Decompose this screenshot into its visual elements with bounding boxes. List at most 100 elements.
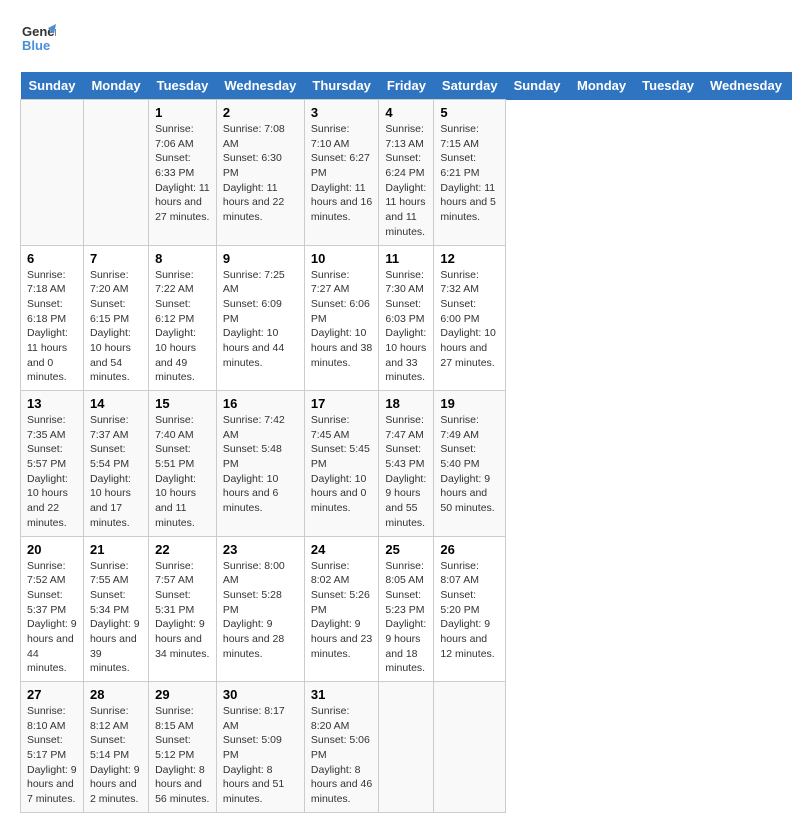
day-header-sunday: Sunday (506, 72, 569, 100)
logo: General Blue (20, 20, 60, 56)
day-number: 21 (90, 542, 142, 557)
calendar-cell (21, 100, 84, 246)
day-number: 17 (311, 396, 373, 411)
day-number: 23 (223, 542, 298, 557)
day-info: Sunrise: 7:15 AM Sunset: 6:21 PM Dayligh… (440, 122, 499, 225)
day-header-tuesday: Tuesday (149, 72, 217, 100)
calendar-cell: 20Sunrise: 7:52 AM Sunset: 5:37 PM Dayli… (21, 536, 84, 682)
day-info: Sunrise: 7:37 AM Sunset: 5:54 PM Dayligh… (90, 413, 142, 531)
day-info: Sunrise: 8:07 AM Sunset: 5:20 PM Dayligh… (440, 559, 499, 662)
day-number: 9 (223, 251, 298, 266)
day-number: 29 (155, 687, 210, 702)
day-header-wednesday: Wednesday (702, 72, 790, 100)
day-number: 14 (90, 396, 142, 411)
logo-icon: General Blue (20, 20, 56, 56)
day-number: 30 (223, 687, 298, 702)
calendar-cell: 5 Sunrise: 7:15 AM Sunset: 6:21 PM Daylig… (434, 100, 506, 246)
calendar-cell: 16Sunrise: 7:42 AM Sunset: 5:48 PM Dayli… (216, 391, 304, 537)
day-info: Sunrise: 7:25 AM Sunset: 6:09 PM Dayligh… (223, 268, 298, 371)
day-info: Sunrise: 7:35 AM Sunset: 5:57 PM Dayligh… (27, 413, 77, 531)
day-number: 11 (385, 251, 427, 266)
calendar-week-4: 20Sunrise: 7:52 AM Sunset: 5:37 PM Dayli… (21, 536, 792, 682)
calendar-cell: 3 Sunrise: 7:10 AM Sunset: 6:27 PM Daylig… (304, 100, 379, 246)
day-header-wednesday: Wednesday (216, 72, 304, 100)
calendar-cell: 21Sunrise: 7:55 AM Sunset: 5:34 PM Dayli… (83, 536, 148, 682)
day-number: 6 (27, 251, 77, 266)
day-number: 19 (440, 396, 499, 411)
calendar-cell (434, 682, 506, 813)
day-info: Sunrise: 7:57 AM Sunset: 5:31 PM Dayligh… (155, 559, 210, 662)
day-number: 22 (155, 542, 210, 557)
day-info: Sunrise: 8:20 AM Sunset: 5:06 PM Dayligh… (311, 704, 373, 807)
calendar-cell: 1Sunrise: 7:06 AM Sunset: 6:33 PM Daylig… (149, 100, 217, 246)
calendar-cell: 26 Sunrise: 8:07 AM Sunset: 5:20 PM Dayli… (434, 536, 506, 682)
calendar-cell: 7Sunrise: 7:20 AM Sunset: 6:15 PM Daylig… (83, 245, 148, 391)
day-info: Sunrise: 7:10 AM Sunset: 6:27 PM Dayligh… (311, 122, 373, 225)
calendar-cell: 12 Sunrise: 7:32 AM Sunset: 6:00 PM Dayli… (434, 245, 506, 391)
day-info: Sunrise: 7:18 AM Sunset: 6:18 PM Dayligh… (27, 268, 77, 386)
calendar-cell: 15Sunrise: 7:40 AM Sunset: 5:51 PM Dayli… (149, 391, 217, 537)
day-number: 8 (155, 251, 210, 266)
calendar-cell: 2 Sunrise: 7:08 AM Sunset: 6:30 PM Daylig… (216, 100, 304, 246)
calendar-table: SundayMondayTuesdayWednesdayThursdayFrid… (20, 72, 792, 813)
page-header: General Blue (20, 20, 772, 56)
calendar-week-2: 6 Sunrise: 7:18 AM Sunset: 6:18 PM Daylig… (21, 245, 792, 391)
calendar-cell: 6 Sunrise: 7:18 AM Sunset: 6:18 PM Daylig… (21, 245, 84, 391)
day-number: 16 (223, 396, 298, 411)
calendar-cell: 17Sunrise: 7:45 AM Sunset: 5:45 PM Dayli… (304, 391, 379, 537)
calendar-cell: 19 Sunrise: 7:49 AM Sunset: 5:40 PM Dayli… (434, 391, 506, 537)
day-info: Sunrise: 8:12 AM Sunset: 5:14 PM Dayligh… (90, 704, 142, 807)
day-number: 26 (440, 542, 499, 557)
calendar-cell: 25Sunrise: 8:05 AM Sunset: 5:23 PM Dayli… (379, 536, 434, 682)
calendar-cell: 30 Sunrise: 8:17 AM Sunset: 5:09 PM Dayli… (216, 682, 304, 813)
day-number: 12 (440, 251, 499, 266)
calendar-cell (379, 682, 434, 813)
day-number: 18 (385, 396, 427, 411)
calendar-cell: 27 Sunrise: 8:10 AM Sunset: 5:17 PM Dayli… (21, 682, 84, 813)
day-number: 4 (385, 105, 427, 120)
day-header-sunday: Sunday (21, 72, 84, 100)
day-number: 1 (155, 105, 210, 120)
day-info: Sunrise: 7:08 AM Sunset: 6:30 PM Dayligh… (223, 122, 298, 225)
calendar-cell: 10Sunrise: 7:27 AM Sunset: 6:06 PM Dayli… (304, 245, 379, 391)
day-number: 2 (223, 105, 298, 120)
day-header-saturday: Saturday (434, 72, 506, 100)
calendar-cell: 24Sunrise: 8:02 AM Sunset: 5:26 PM Dayli… (304, 536, 379, 682)
day-info: Sunrise: 8:17 AM Sunset: 5:09 PM Dayligh… (223, 704, 298, 807)
calendar-week-3: 13 Sunrise: 7:35 AM Sunset: 5:57 PM Dayli… (21, 391, 792, 537)
calendar-header-row: SundayMondayTuesdayWednesdayThursdayFrid… (21, 72, 792, 100)
day-header-monday: Monday (569, 72, 634, 100)
calendar-cell: 8Sunrise: 7:22 AM Sunset: 6:12 PM Daylig… (149, 245, 217, 391)
day-info: Sunrise: 8:15 AM Sunset: 5:12 PM Dayligh… (155, 704, 210, 807)
svg-text:General: General (22, 24, 56, 39)
calendar-week-5: 27 Sunrise: 8:10 AM Sunset: 5:17 PM Dayli… (21, 682, 792, 813)
day-header-thursday: Thursday (304, 72, 379, 100)
day-info: Sunrise: 8:10 AM Sunset: 5:17 PM Dayligh… (27, 704, 77, 807)
day-number: 3 (311, 105, 373, 120)
calendar-cell (83, 100, 148, 246)
day-info: Sunrise: 7:49 AM Sunset: 5:40 PM Dayligh… (440, 413, 499, 516)
calendar-cell: 4 Sunrise: 7:13 AM Sunset: 6:24 PM Daylig… (379, 100, 434, 246)
day-number: 10 (311, 251, 373, 266)
day-info: Sunrise: 7:13 AM Sunset: 6:24 PM Dayligh… (385, 122, 427, 240)
day-info: Sunrise: 7:32 AM Sunset: 6:00 PM Dayligh… (440, 268, 499, 371)
day-info: Sunrise: 7:20 AM Sunset: 6:15 PM Dayligh… (90, 268, 142, 386)
calendar-week-1: 1Sunrise: 7:06 AM Sunset: 6:33 PM Daylig… (21, 100, 792, 246)
calendar-cell: 28 Sunrise: 8:12 AM Sunset: 5:14 PM Dayli… (83, 682, 148, 813)
calendar-cell: 13 Sunrise: 7:35 AM Sunset: 5:57 PM Dayli… (21, 391, 84, 537)
day-number: 28 (90, 687, 142, 702)
day-info: Sunrise: 8:02 AM Sunset: 5:26 PM Dayligh… (311, 559, 373, 662)
day-info: Sunrise: 7:30 AM Sunset: 6:03 PM Dayligh… (385, 268, 427, 386)
calendar-cell: 9 Sunrise: 7:25 AM Sunset: 6:09 PM Daylig… (216, 245, 304, 391)
day-number: 31 (311, 687, 373, 702)
calendar-cell: 11 Sunrise: 7:30 AM Sunset: 6:03 PM Dayli… (379, 245, 434, 391)
day-info: Sunrise: 7:47 AM Sunset: 5:43 PM Dayligh… (385, 413, 427, 531)
calendar-cell: 18 Sunrise: 7:47 AM Sunset: 5:43 PM Dayli… (379, 391, 434, 537)
day-info: Sunrise: 8:05 AM Sunset: 5:23 PM Dayligh… (385, 559, 427, 677)
day-number: 27 (27, 687, 77, 702)
day-number: 5 (440, 105, 499, 120)
day-number: 13 (27, 396, 77, 411)
day-info: Sunrise: 8:00 AM Sunset: 5:28 PM Dayligh… (223, 559, 298, 662)
day-info: Sunrise: 7:52 AM Sunset: 5:37 PM Dayligh… (27, 559, 77, 677)
day-number: 15 (155, 396, 210, 411)
